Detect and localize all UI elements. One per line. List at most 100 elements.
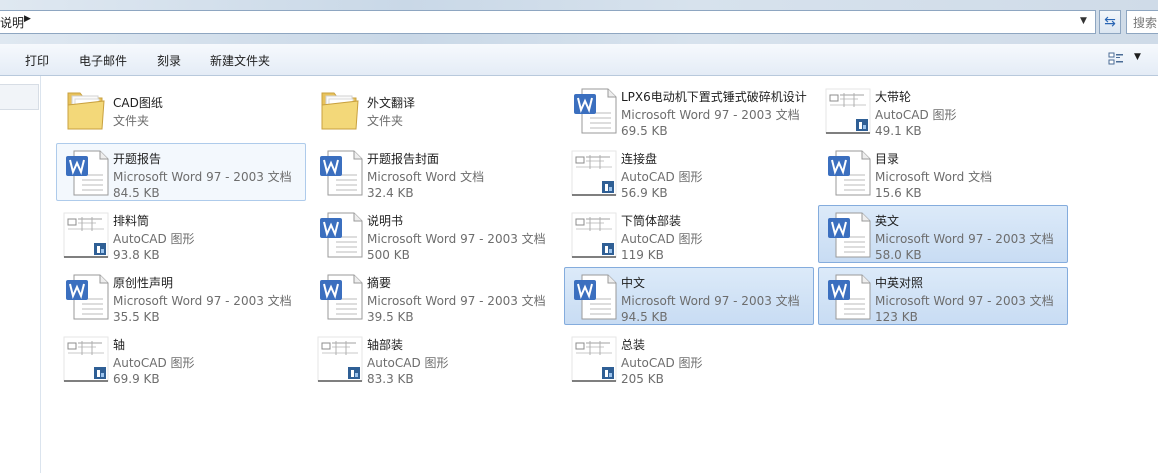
file-item[interactable]: 中英对照 Microsoft Word 97 - 2003 文档 123 KB (818, 267, 1068, 325)
folder-icon (67, 92, 105, 130)
file-name: 轴部装 (367, 338, 404, 352)
autocad-drawing-icon (63, 336, 109, 382)
file-name: 外文翻译 (367, 96, 416, 110)
file-size: 500 KB (367, 248, 410, 262)
file-name: 原创性声明 (113, 276, 174, 290)
file-item[interactable]: 英文 Microsoft Word 97 - 2003 文档 58.0 KB (818, 205, 1068, 263)
autocad-drawing-icon (571, 212, 617, 258)
file-item[interactable]: 下筒体部装 AutoCAD 图形 119 KB (564, 205, 814, 263)
file-type: Microsoft Word 97 - 2003 文档 (621, 294, 800, 308)
file-size: 39.5 KB (367, 310, 414, 324)
file-item[interactable]: 中文 Microsoft Word 97 - 2003 文档 94.5 KB (564, 267, 814, 325)
file-name: 开题报告 (113, 152, 162, 166)
autocad-drawing-icon (571, 336, 617, 382)
file-size: 123 KB (875, 310, 918, 324)
file-size: 93.8 KB (113, 248, 160, 262)
file-item[interactable]: 连接盘 AutoCAD 图形 56.9 KB (564, 143, 814, 201)
file-type: Microsoft Word 97 - 2003 文档 (113, 170, 292, 184)
file-item[interactable]: 原创性声明 Microsoft Word 97 - 2003 文档 35.5 KB (56, 267, 306, 325)
file-item[interactable]: 总装 AutoCAD 图形 205 KB (564, 329, 814, 387)
search-input[interactable]: 搜索 (1126, 10, 1158, 34)
nav-selected-item[interactable] (0, 84, 39, 110)
file-type: AutoCAD 图形 (875, 108, 957, 122)
view-dropdown-icon[interactable]: ▼ (1134, 52, 1141, 62)
file-name: 中文 (621, 276, 646, 290)
file-type: AutoCAD 图形 (621, 232, 703, 246)
search-placeholder: 搜索 (1133, 16, 1158, 30)
refresh-button[interactable]: ⇆ (1099, 10, 1121, 34)
file-name: 大带轮 (875, 90, 912, 104)
file-size: 58.0 KB (875, 248, 922, 262)
file-name: LPX6电动机下置式锤式破碎机设计 (621, 90, 807, 104)
file-item[interactable]: 外文翻译 文件夹 (310, 81, 560, 139)
file-item[interactable]: 开题报告封面 Microsoft Word 文档 32.4 KB (310, 143, 560, 201)
file-type: Microsoft Word 97 - 2003 文档 (113, 294, 292, 308)
file-type: Microsoft Word 97 - 2003 文档 (875, 232, 1054, 246)
change-view-icon[interactable] (1108, 51, 1124, 67)
file-item[interactable]: 摘要 Microsoft Word 97 - 2003 文档 39.5 KB (310, 267, 560, 325)
autocad-drawing-icon (63, 212, 109, 258)
autocad-drawing-icon (317, 336, 363, 382)
file-item[interactable]: CAD图纸文件夹 (56, 81, 306, 139)
breadcrumb-arrow-icon[interactable]: ▶ (24, 14, 31, 24)
file-item[interactable]: 轴部装 AutoCAD 图形 83.3 KB (310, 329, 560, 387)
word-document-icon (320, 212, 363, 258)
file-type: Microsoft Word 97 - 2003 文档 (367, 294, 546, 308)
file-type: AutoCAD 图形 (621, 170, 703, 184)
file-size: 56.9 KB (621, 186, 668, 200)
file-name: 摘要 (367, 276, 392, 290)
folder-icon (321, 92, 359, 130)
autocad-drawing-icon (571, 150, 617, 196)
file-type: 文件夹 (113, 114, 150, 128)
file-size: 69.9 KB (113, 372, 160, 386)
burn-button[interactable]: 刻录 (157, 52, 181, 69)
address-bar[interactable]: 说明 ▶ ▼ (0, 10, 1096, 34)
word-document-icon (66, 274, 109, 320)
file-size: 32.4 KB (367, 186, 414, 200)
file-size: 49.1 KB (875, 124, 922, 138)
navigation-pane[interactable] (0, 76, 41, 473)
file-type: Microsoft Word 文档 (875, 170, 993, 184)
file-name: 总装 (621, 338, 646, 352)
address-dropdown-icon[interactable]: ▼ (1080, 16, 1087, 26)
address-bar-area: 说明 ▶ ▼ ⇆ 搜索 (0, 0, 1158, 44)
print-button[interactable]: 打印 (25, 52, 49, 69)
new-folder-button[interactable]: 新建文件夹 (210, 52, 270, 69)
file-type: Microsoft Word 97 - 2003 文档 (621, 108, 800, 122)
file-name: 连接盘 (621, 152, 658, 166)
file-name: 说明书 (367, 214, 404, 228)
refresh-icon: ⇆ (1104, 14, 1116, 30)
word-document-icon (320, 150, 363, 196)
file-size: 35.5 KB (113, 310, 160, 324)
file-name: 排料筒 (113, 214, 150, 228)
email-button[interactable]: 电子邮件 (79, 52, 127, 69)
file-size: 119 KB (621, 248, 664, 262)
word-document-icon (574, 274, 617, 320)
file-item[interactable]: LPX6电动机下置式锤式破碎机设计 Microsoft Word 97 - 200… (564, 81, 814, 139)
file-name: 英文 (875, 214, 900, 228)
file-type: Microsoft Word 97 - 2003 文档 (367, 232, 546, 246)
file-item[interactable]: 大带轮 AutoCAD 图形 49.1 KB (818, 81, 1068, 139)
file-item[interactable]: 目录 Microsoft Word 文档 15.6 KB (818, 143, 1068, 201)
file-name: 轴 (113, 338, 126, 352)
file-type: AutoCAD 图形 (113, 356, 195, 370)
file-type: Microsoft Word 文档 (367, 170, 485, 184)
file-item[interactable]: 排料筒 AutoCAD 图形 93.8 KB (56, 205, 306, 263)
file-type: 文件夹 (367, 114, 404, 128)
file-size: 69.5 KB (621, 124, 668, 138)
file-size: 15.6 KB (875, 186, 922, 200)
word-document-icon (828, 274, 871, 320)
address-path[interactable]: 说明 (0, 14, 24, 31)
file-item[interactable]: 说明书 Microsoft Word 97 - 2003 文档 500 KB (310, 205, 560, 263)
file-size: 83.3 KB (367, 372, 414, 386)
word-document-icon (828, 212, 871, 258)
file-item[interactable]: 轴 AutoCAD 图形 69.9 KB (56, 329, 306, 387)
file-size: 205 KB (621, 372, 664, 386)
file-size: 84.5 KB (113, 186, 160, 200)
word-document-icon (320, 274, 363, 320)
file-name: CAD图纸 (113, 96, 163, 110)
file-type: AutoCAD 图形 (113, 232, 195, 246)
file-type: Microsoft Word 97 - 2003 文档 (875, 294, 1054, 308)
file-item[interactable]: 开题报告 Microsoft Word 97 - 2003 文档 84.5 KB (56, 143, 306, 201)
command-toolbar: 打印 电子邮件 刻录 新建文件夹 ▼ (0, 44, 1158, 76)
